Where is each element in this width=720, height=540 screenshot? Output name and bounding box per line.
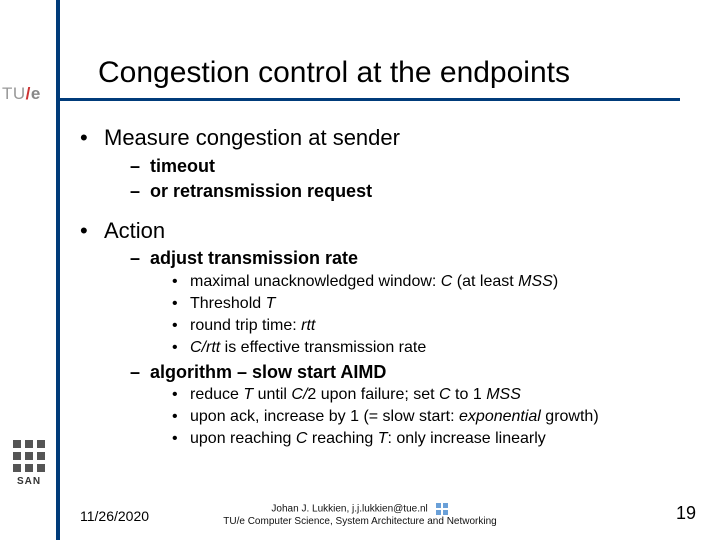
- subsub-reduce-t: •reduce T until C/2 upon failure; set C …: [172, 385, 700, 405]
- bullet-dot-icon: •: [172, 385, 190, 405]
- logo-tue: TU/e: [2, 84, 41, 104]
- logo-san-text: SAN: [6, 476, 52, 487]
- bullet-dot-icon: •: [172, 272, 190, 292]
- var-c-over-rtt: C/rtt: [190, 339, 220, 356]
- bullet-dot-icon: •: [172, 407, 190, 427]
- t: maximal unacknowledged window:: [190, 273, 441, 290]
- t: reaching: [307, 430, 377, 447]
- t: (at least: [452, 273, 518, 290]
- var-c: C: [296, 430, 308, 447]
- bullet-text: Action: [104, 218, 165, 243]
- t: upon ack, increase by 1 (= slow start:: [190, 408, 459, 425]
- var-t: T: [378, 430, 388, 447]
- var-rtt: rtt: [301, 317, 315, 334]
- t: is effective transmission rate: [220, 339, 426, 356]
- slide: TU/e SAN Congestion control at the endpo…: [0, 0, 720, 540]
- slide-title: Congestion control at the endpoints: [98, 56, 570, 90]
- logo-san: SAN: [6, 440, 52, 498]
- bullet-dot-icon: •: [172, 294, 190, 314]
- dash-icon: –: [130, 247, 150, 270]
- t: round trip time:: [190, 317, 301, 334]
- accent-vertical-bar: [56, 0, 60, 540]
- t: Threshold: [190, 295, 266, 312]
- title-rule: [60, 98, 680, 101]
- subbullet-adjust-rate: –adjust transmission rate: [130, 247, 700, 270]
- var-c: C: [439, 386, 455, 403]
- bullet-dot-icon: •: [80, 217, 104, 245]
- org-icon: [435, 502, 449, 516]
- t: ): [553, 273, 558, 290]
- t: : only increase linearly: [387, 430, 545, 447]
- subsub-rtt: •round trip time: rtt: [172, 316, 700, 336]
- bullet-action: •Action: [80, 217, 700, 245]
- subsub-threshold: •Threshold T: [172, 294, 700, 314]
- var-mss: MSS: [518, 273, 553, 290]
- var-mss: MSS: [486, 386, 521, 403]
- subbullet-timeout: –timeout: [130, 155, 700, 178]
- subbullet-text: or retransmission request: [150, 181, 372, 201]
- subbullet-text: timeout: [150, 156, 215, 176]
- t: reduce: [190, 386, 243, 403]
- slide-body: •Measure congestion at sender –timeout –…: [80, 118, 700, 449]
- var-c-half: C/: [291, 386, 307, 403]
- logo-tue-e: e: [31, 84, 41, 103]
- t: 2 upon failure; set: [307, 386, 439, 403]
- bullet-measure-congestion: •Measure congestion at sender: [80, 124, 700, 152]
- var-t: T: [266, 295, 276, 312]
- dash-icon: –: [130, 155, 150, 178]
- dash-icon: –: [130, 180, 150, 203]
- subbullet-text: algorithm – slow start AIMD: [150, 362, 386, 382]
- footer-page-number: 19: [676, 503, 696, 524]
- var-c: C: [441, 273, 453, 290]
- var-t: T: [243, 386, 253, 403]
- bullet-dot-icon: •: [172, 338, 190, 358]
- t: growth): [541, 408, 599, 425]
- subsub-upon-ack: •upon ack, increase by 1 (= slow start: …: [172, 407, 700, 427]
- word-exponential: exponential: [459, 408, 541, 425]
- bullet-text: Measure congestion at sender: [104, 125, 400, 150]
- subsub-effective-rate: •C/rtt is effective transmission rate: [172, 338, 700, 358]
- footer-affiliation: TU/e Computer Science, System Architectu…: [223, 516, 496, 527]
- footer-author: Johan J. Lukkien, j.j.lukkien@tue.nl: [271, 504, 427, 515]
- bullet-dot-icon: •: [172, 316, 190, 336]
- subbullet-text: adjust transmission rate: [150, 248, 358, 268]
- t: until: [253, 386, 291, 403]
- footer-center: Johan J. Lukkien, j.j.lukkien@tue.nl TU/…: [0, 502, 720, 528]
- dash-icon: –: [130, 361, 150, 384]
- t: upon reaching: [190, 430, 296, 447]
- subbullet-retransmission: –or retransmission request: [130, 180, 700, 203]
- bullet-dot-icon: •: [172, 429, 190, 449]
- t: to 1: [455, 386, 486, 403]
- subsub-linear: •upon reaching C reaching T: only increa…: [172, 429, 700, 449]
- grid-icon: [13, 440, 45, 472]
- logo-tue-prefix: TU: [2, 84, 26, 103]
- subbullet-algorithm: –algorithm – slow start AIMD: [130, 361, 700, 384]
- subsub-window: •maximal unacknowledged window: C (at le…: [172, 272, 700, 292]
- bullet-dot-icon: •: [80, 124, 104, 152]
